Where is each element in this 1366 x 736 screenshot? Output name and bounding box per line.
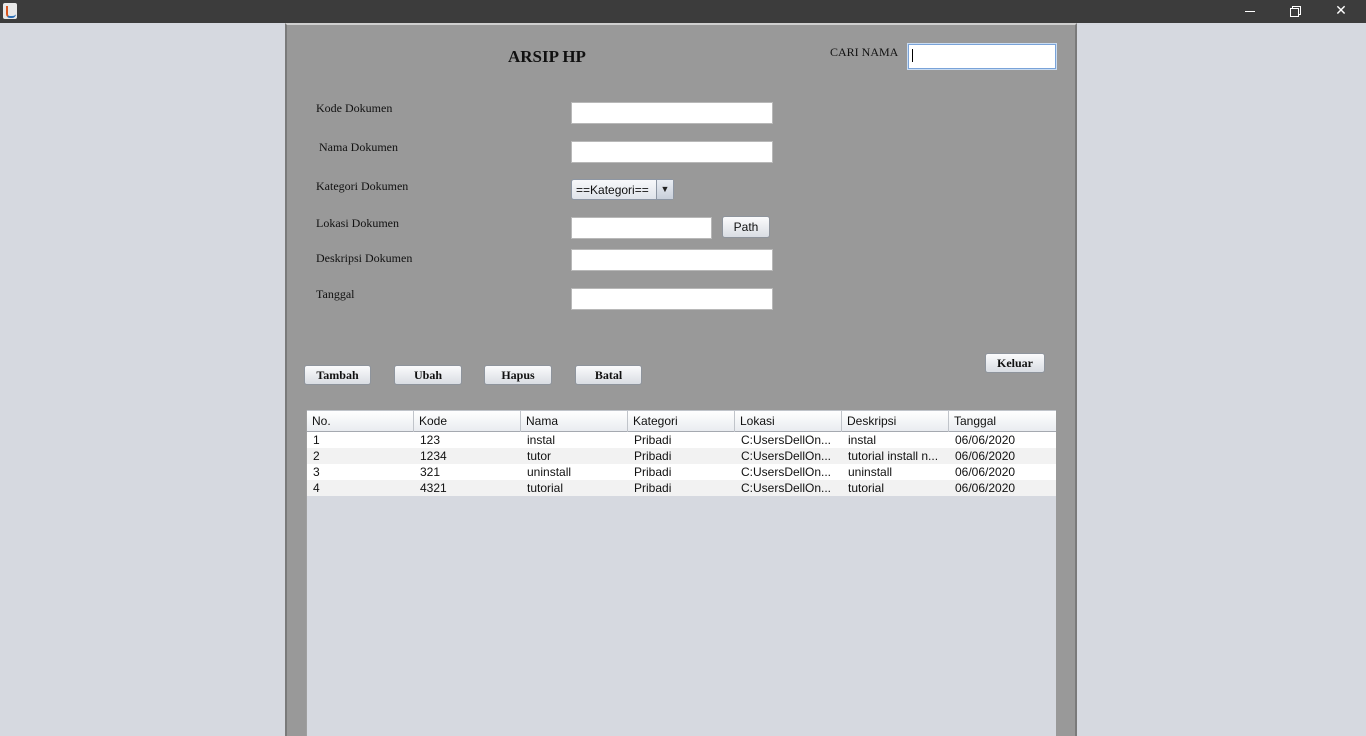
cell-lokasi: C:UsersDellOn... (741, 449, 832, 463)
cell-kategori: Pribadi (634, 481, 672, 495)
cell-no: 4 (313, 481, 320, 495)
window-titlebar: ✕ (0, 0, 1366, 23)
restore-icon (1290, 6, 1301, 17)
minimize-button[interactable] (1227, 0, 1273, 23)
cell-kategori: Pribadi (634, 433, 672, 447)
column-header-no[interactable]: No. (307, 411, 414, 432)
nama-dokumen-input[interactable] (571, 141, 773, 163)
kategori-dokumen-label: Kategori Dokumen (316, 179, 409, 193)
cell-lokasi: C:UsersDellOn... (741, 481, 832, 495)
table-row[interactable]: 2 1234 tutor Pribadi C:UsersDellOn... tu… (307, 448, 1056, 464)
cell-deskripsi: instal (848, 433, 877, 447)
close-button[interactable]: ✕ (1318, 0, 1364, 23)
minimize-icon (1245, 10, 1255, 12)
cell-tanggal: 06/06/2020 (955, 449, 1016, 463)
cell-deskripsi: tutorial (848, 481, 885, 495)
cell-deskripsi: uninstall (848, 465, 893, 479)
deskripsi-dokumen-input[interactable] (571, 249, 773, 271)
cell-no: 2 (313, 449, 320, 463)
kategori-selected-value: ==Kategori== (576, 183, 649, 197)
cell-tanggal: 06/06/2020 (955, 481, 1016, 495)
maximize-button[interactable] (1272, 0, 1318, 23)
hapus-button[interactable]: Hapus (484, 365, 552, 385)
cell-kategori: Pribadi (634, 449, 672, 463)
close-icon: ✕ (1335, 3, 1347, 19)
path-button[interactable]: Path (722, 216, 770, 238)
cell-nama: tutorial (527, 481, 564, 495)
deskripsi-dokumen-label: Deskripsi Dokumen (316, 251, 413, 265)
cell-kode: 4321 (420, 481, 447, 495)
table-row[interactable]: 4 4321 tutorial Pribadi C:UsersDellOn...… (307, 480, 1056, 496)
dropdown-arrow-icon[interactable]: ▼ (656, 180, 673, 199)
kode-dokumen-input[interactable] (571, 102, 773, 124)
cell-kode: 1234 (420, 449, 447, 463)
lokasi-dokumen-input[interactable] (571, 217, 712, 239)
search-input[interactable] (908, 44, 1056, 69)
kategori-dropdown[interactable]: ==Kategori== ▼ (571, 179, 674, 200)
column-header-lokasi[interactable]: Lokasi (735, 411, 842, 432)
table-row[interactable]: 3 321 uninstall Pribadi C:UsersDellOn...… (307, 464, 1056, 480)
cell-no: 3 (313, 465, 320, 479)
cell-nama: tutor (527, 449, 552, 463)
page-title: ARSIP HP (508, 47, 586, 66)
ubah-button[interactable]: Ubah (394, 365, 462, 385)
column-header-deskripsi[interactable]: Deskripsi (842, 411, 949, 432)
java-app-icon (3, 3, 17, 19)
archive-form-panel: ARSIP HP CARI NAMA Kode Dokumen Nama Dok… (285, 23, 1077, 736)
table-row[interactable]: 1 123 instal Pribadi C:UsersDellOn... in… (307, 432, 1056, 448)
table-header: No. Kode Nama Kategori Lokasi Deskripsi … (307, 410, 1056, 432)
cell-kategori: Pribadi (634, 465, 672, 479)
cell-no: 1 (313, 433, 320, 447)
cell-lokasi: C:UsersDellOn... (741, 433, 832, 447)
cell-deskripsi: tutorial install n... (848, 449, 939, 463)
cell-tanggal: 06/06/2020 (955, 433, 1016, 447)
tanggal-input[interactable] (571, 288, 773, 310)
keluar-button[interactable]: Keluar (985, 353, 1045, 373)
search-label: CARI NAMA (830, 45, 899, 59)
text-caret (912, 49, 913, 62)
kode-dokumen-label: Kode Dokumen (316, 101, 393, 115)
column-header-kode[interactable]: Kode (414, 411, 521, 432)
cell-lokasi: C:UsersDellOn... (741, 465, 832, 479)
cell-tanggal: 06/06/2020 (955, 465, 1016, 479)
batal-button[interactable]: Batal (575, 365, 642, 385)
column-header-nama[interactable]: Nama (521, 411, 628, 432)
cell-nama: instal (527, 433, 556, 447)
column-header-tanggal[interactable]: Tanggal (949, 411, 1056, 432)
column-header-kategori[interactable]: Kategori (628, 411, 735, 432)
document-table[interactable]: No. Kode Nama Kategori Lokasi Deskripsi … (306, 410, 1056, 736)
tambah-button[interactable]: Tambah (304, 365, 371, 385)
nama-dokumen-label: Nama Dokumen (319, 140, 398, 154)
cell-kode: 123 (420, 433, 441, 447)
cell-kode: 321 (420, 465, 441, 479)
tanggal-label: Tanggal (316, 287, 355, 301)
lokasi-dokumen-label: Lokasi Dokumen (316, 216, 399, 230)
cell-nama: uninstall (527, 465, 572, 479)
